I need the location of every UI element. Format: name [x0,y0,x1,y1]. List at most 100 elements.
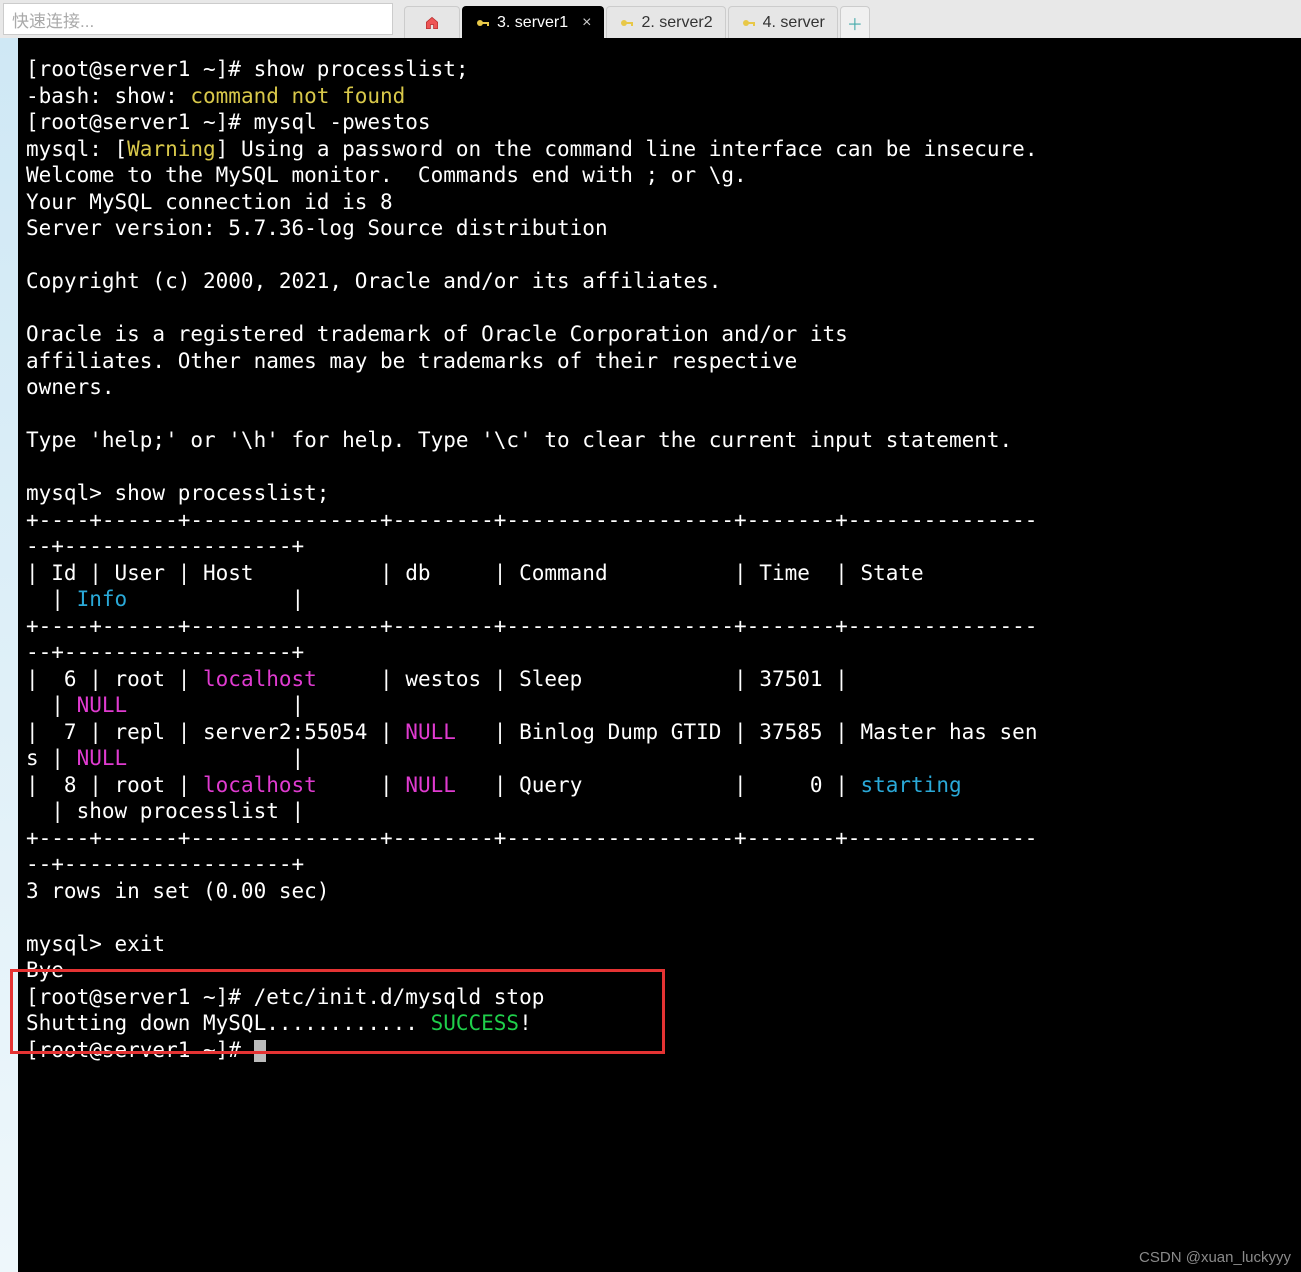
terminal-line: +----+------+---------------+--------+--… [26,825,1293,852]
cursor [254,1040,266,1062]
terminal-text: NULL [77,693,128,717]
terminal-line [26,295,1293,322]
terminal-text: localhost [203,773,317,797]
terminal-line: mysql> show processlist; [26,480,1293,507]
plus-icon: ＋ [847,11,863,35]
terminal-line: Copyright (c) 2000, 2021, Oracle and/or … [26,268,1293,295]
watermark: CSDN @xuan_luckyyy [1139,1249,1291,1266]
terminal-text: Oracle is a registered trademark of Orac… [26,322,848,346]
tab-4-server[interactable]: 4. server [728,6,838,38]
tab-3-server1[interactable]: 3. server1× [462,6,604,38]
terminal-line [26,904,1293,931]
terminal-line: | Id | User | Host | db | Command | Time… [26,560,1293,587]
terminal-text: mysql> show processlist; [26,481,329,505]
terminal-text: localhost [203,667,317,691]
terminal-text: --+------------------+ [26,534,304,558]
terminal-line: [root@server1 ~]# mysql -pwestos [26,109,1293,136]
terminal-text: [root@server1 ~]# [26,1038,254,1062]
topbar: 快速连接... 3. server1× 2. server2 4. server ＋ [0,0,1301,38]
terminal-text: Copyright (c) 2000, 2021, Oracle and/or … [26,269,721,293]
terminal-line: Oracle is a registered trademark of Orac… [26,321,1293,348]
key-icon [741,15,757,31]
terminal-line: Welcome to the MySQL monitor. Commands e… [26,162,1293,189]
tab-strip: 3. server1× 2. server2 4. server ＋ [396,0,870,38]
terminal-text: | [127,587,304,611]
terminal-text: | 6 | root | [26,667,203,691]
terminal-text: NULL [405,720,456,744]
terminal-text: Welcome to the MySQL monitor. Commands e… [26,163,747,187]
terminal-line: | 7 | repl | server2:55054 | NULL | Binl… [26,719,1293,746]
terminal-text: NULL [77,746,128,770]
key-icon [619,15,635,31]
terminal-text: -bash: show: [26,84,190,108]
terminal-text: | [127,693,304,717]
terminal-text: +----+------+---------------+--------+--… [26,826,1037,850]
terminal-text: ! [519,1011,532,1035]
terminal[interactable]: [root@server1 ~]# show processlist;-bash… [18,38,1301,1272]
terminal-line: | show processlist | [26,798,1293,825]
terminal-text: --+------------------+ [26,852,304,876]
terminal-line: affiliates. Other names may be trademark… [26,348,1293,375]
terminal-text: | show processlist | [26,799,304,823]
terminal-line [26,454,1293,481]
terminal-line: Type 'help;' or '\h' for help. Type '\c'… [26,427,1293,454]
terminal-line: --+------------------+ [26,851,1293,878]
terminal-text: +----+------+---------------+--------+--… [26,614,1037,638]
terminal-text: command not found [190,84,405,108]
terminal-line: 3 rows in set (0.00 sec) [26,878,1293,905]
tab-label: 4. server [763,14,825,32]
new-tab-button[interactable]: ＋ [840,6,870,38]
terminal-line: mysql> exit [26,931,1293,958]
tab-2-server2[interactable]: 2. server2 [606,6,725,38]
left-strip [0,38,18,1272]
terminal-line: +----+------+---------------+--------+--… [26,613,1293,640]
terminal-text: SUCCESS [431,1011,520,1035]
terminal-line: | Info | [26,586,1293,613]
tab-label: 2. server2 [641,14,712,32]
terminal-line [26,401,1293,428]
quick-connect-placeholder: 快速连接... [12,7,94,32]
terminal-text: mysql> exit [26,932,165,956]
terminal-text: affiliates. Other names may be trademark… [26,349,797,373]
terminal-text: +----+------+---------------+--------+--… [26,508,1037,532]
terminal-line: | NULL | [26,692,1293,719]
terminal-text: | [26,587,77,611]
terminal-text: Info [77,587,128,611]
terminal-text: | 8 | root | [26,773,203,797]
terminal-text: owners. [26,375,115,399]
terminal-text: starting [860,773,961,797]
home-icon [424,15,440,31]
terminal-line: mysql: [Warning] Using a password on the… [26,136,1293,163]
terminal-line: Your MySQL connection id is 8 [26,189,1293,216]
terminal-line: [root@server1 ~]# /etc/init.d/mysqld sto… [26,984,1293,1011]
tab-home[interactable] [404,6,460,38]
terminal-text: [root@server1 ~]# mysql -pwestos [26,110,431,134]
terminal-text: NULL [405,773,456,797]
quick-connect-input[interactable]: 快速连接... [3,3,393,35]
terminal-line: -bash: show: command not found [26,83,1293,110]
terminal-text [962,773,1038,797]
terminal-line: Bye [26,957,1293,984]
terminal-text: | Binlog Dump GTID | 37585 | Master has … [456,720,1038,744]
terminal-text: | westos | Sleep | 37501 | [317,667,1038,691]
terminal-text: Your MySQL connection id is 8 [26,190,393,214]
terminal-text: | [26,693,77,717]
terminal-line: | 6 | root | localhost | westos | Sleep … [26,666,1293,693]
terminal-text: | [127,746,304,770]
terminal-text: --+------------------+ [26,640,304,664]
terminal-text: | Query | 0 | [456,773,861,797]
terminal-text: s | [26,746,77,770]
terminal-text: [root@server1 ~]# show processlist; [26,57,469,81]
terminal-text: ] Using a password on the command line i… [216,137,1038,161]
terminal-text: Bye [26,958,64,982]
terminal-text: | 7 | repl | server2:55054 | [26,720,405,744]
terminal-text: Type 'help;' or '\h' for help. Type '\c'… [26,428,1012,452]
terminal-line: Server version: 5.7.36-log Source distri… [26,215,1293,242]
close-icon[interactable]: × [582,14,591,32]
terminal-text: | [317,773,406,797]
terminal-text: | Id | User | Host | db | Command | Time… [26,561,1037,585]
terminal-line: s | NULL | [26,745,1293,772]
key-icon [475,15,491,31]
terminal-line: --+------------------+ [26,533,1293,560]
terminal-line: [root@server1 ~]# [26,1037,1293,1064]
